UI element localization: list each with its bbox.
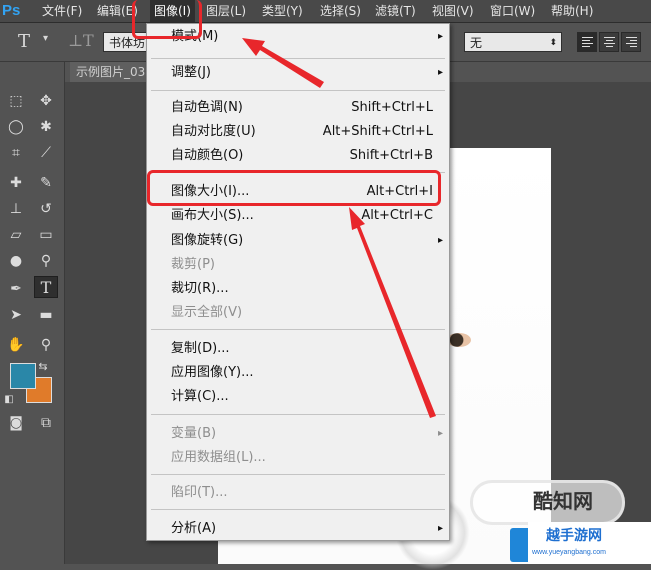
annotation-arrow-top bbox=[242, 38, 324, 88]
annotation-arrows bbox=[242, 38, 436, 418]
annotation-arrow-image-size bbox=[349, 207, 436, 418]
